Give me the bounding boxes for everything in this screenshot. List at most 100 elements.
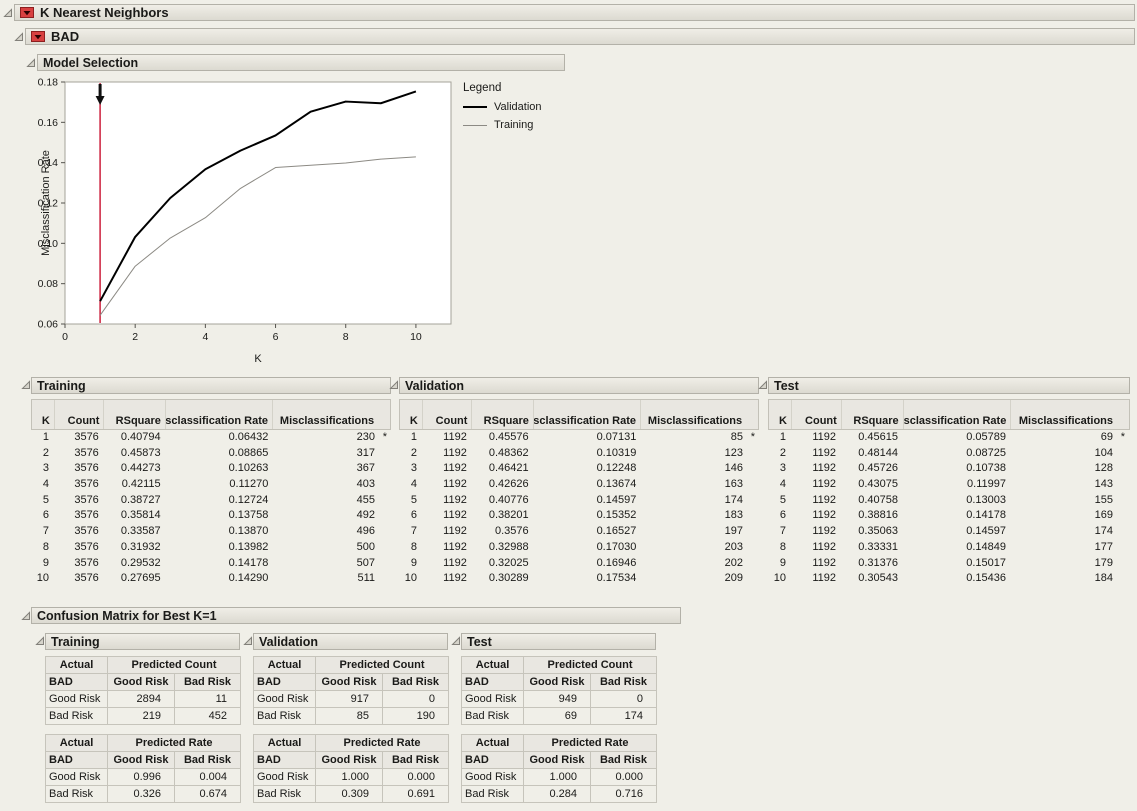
model-selection-header-bar[interactable]: Model Selection [37,54,565,71]
table-cell: 3 [768,461,790,477]
best-k-star [1117,493,1129,509]
table-row[interactable]: 611920.388160.14178169 [768,508,1130,524]
disclosure-icon[interactable] [14,32,24,42]
validation-header-bar[interactable]: Validation [399,377,759,394]
column-header [378,400,390,429]
confusion-row[interactable]: Good Risk0.9960.004 [46,769,241,786]
confusion-value: 219 [108,708,175,725]
table-row[interactable]: 211920.483620.10319123 [399,446,759,462]
disclosure-icon[interactable] [243,636,253,646]
confusion-validation-header-bar[interactable]: Validation [253,633,448,650]
confusion-row[interactable]: Good Risk9170 [254,691,449,708]
table-row[interactable]: 111920.455760.0713185* [399,430,759,446]
legend-line-sample [463,125,487,126]
table-cell: 6 [399,508,421,524]
table-cell: 197 [640,524,747,540]
table-row[interactable]: 411920.426260.13674163 [399,477,759,493]
table-row[interactable]: 135760.407940.06432230* [31,430,391,446]
legend-item[interactable]: Validation [463,101,542,113]
confusion-header-bar[interactable]: Confusion Matrix for Best K=1 [31,607,681,624]
table-cell: 85 [640,430,747,446]
table-row[interactable]: 1035760.276950.14290511 [31,571,391,587]
table-cell: 179 [1010,556,1117,572]
confusion-test-header-bar[interactable]: Test [461,633,656,650]
test-header-bar[interactable]: Test [768,377,1130,394]
bad-header-bar[interactable]: BAD [25,28,1135,45]
confusion-row[interactable]: Bad Risk85190 [254,708,449,725]
confusion-value: 11 [175,691,241,708]
plot-area[interactable] [65,82,451,324]
legend-item[interactable]: Training [463,119,542,131]
table-row[interactable]: 311920.464210.12248146 [399,461,759,477]
table-row[interactable]: 711920.350630.14597174 [768,524,1130,540]
training-header-bar[interactable]: Training [31,377,391,394]
table-row[interactable]: 735760.335870.13870496 [31,524,391,540]
actual-level-label: Bad Risk [254,786,316,803]
confusion-value: 452 [175,708,241,725]
confusion-row[interactable]: Bad Risk69174 [462,708,657,725]
column-header: Count [422,400,472,429]
table-cell: 1 [31,430,53,446]
disclosure-icon[interactable] [758,380,768,390]
table-cell: 69 [1010,430,1117,446]
table-cell: 230 [272,430,379,446]
best-k-star [1117,508,1129,524]
table-row[interactable]: 1011920.302890.17534209 [399,571,759,587]
disclosure-icon[interactable] [3,8,13,18]
confusion-row[interactable]: Bad Risk0.3260.674 [46,786,241,803]
table-row[interactable]: 911920.320250.16946202 [399,556,759,572]
best-k-star [379,477,391,493]
disclosure-icon[interactable] [21,380,31,390]
red-triangle-menu-icon[interactable] [31,31,45,42]
table-row[interactable]: 935760.295320.14178507 [31,556,391,572]
best-k-star [747,446,759,462]
table-cell: 1 [768,430,790,446]
table-row[interactable]: 335760.442730.10263367 [31,461,391,477]
table-row[interactable]: 511920.407580.13003155 [768,493,1130,509]
table-row[interactable]: 811920.333310.14849177 [768,540,1130,556]
knn-header-bar[interactable]: K Nearest Neighbors [14,4,1135,21]
predicted-group-header: Predicted Rate [524,735,657,752]
confusion-row[interactable]: Bad Risk0.3090.691 [254,786,449,803]
column-header: Count [791,400,841,429]
confusion-row[interactable]: Good Risk1.0000.000 [462,769,657,786]
confusion-row[interactable]: Bad Risk219452 [46,708,241,725]
red-triangle-menu-icon[interactable] [20,7,34,18]
disclosure-icon[interactable] [389,380,399,390]
table-row[interactable]: 311920.457260.10738128 [768,461,1130,477]
confusion-rate-table: ActualPredicted RateBADGood RiskBad Risk… [253,734,449,803]
table-cell: 0.13758 [165,508,273,524]
table-cell: 1192 [421,540,471,556]
table-row[interactable]: 611920.382010.15352183 [399,508,759,524]
table-row[interactable]: 211920.481440.08725104 [768,446,1130,462]
table-row[interactable]: 111920.456150.0578969* [768,430,1130,446]
column-header: K [32,400,54,429]
model-selection-plot[interactable]: 0.060.080.100.120.140.160.180246810Miscl… [38,76,468,368]
table-row[interactable]: 835760.319320.13982500 [31,540,391,556]
table-row[interactable]: 411920.430750.11997143 [768,477,1130,493]
confusion-row[interactable]: Good Risk1.0000.000 [254,769,449,786]
disclosure-icon[interactable] [26,58,36,68]
disclosure-icon[interactable] [35,636,45,646]
table-cell: 4 [31,477,53,493]
table-row[interactable]: 1011920.305430.15436184 [768,571,1130,587]
section-title: Test [774,379,799,393]
table-row[interactable]: 635760.358140.13758492 [31,508,391,524]
table-cell: 0.46421 [471,461,533,477]
confusion-row[interactable]: Good Risk289411 [46,691,241,708]
table-row[interactable]: 811920.329880.17030203 [399,540,759,556]
confusion-training-header-bar[interactable]: Training [45,633,240,650]
best-k-star [1117,524,1129,540]
confusion-row[interactable]: Bad Risk0.2840.716 [462,786,657,803]
confusion-row[interactable]: Good Risk9490 [462,691,657,708]
table-row[interactable]: 435760.421150.11270403 [31,477,391,493]
table-cell: 3576 [53,461,103,477]
column-header: K [400,400,422,429]
disclosure-icon[interactable] [21,611,31,621]
table-row[interactable]: 911920.313760.15017179 [768,556,1130,572]
disclosure-icon[interactable] [451,636,461,646]
table-row[interactable]: 535760.387270.12724455 [31,493,391,509]
table-row[interactable]: 511920.407760.14597174 [399,493,759,509]
table-row[interactable]: 235760.458730.08865317 [31,446,391,462]
table-row[interactable]: 711920.35760.16527197 [399,524,759,540]
